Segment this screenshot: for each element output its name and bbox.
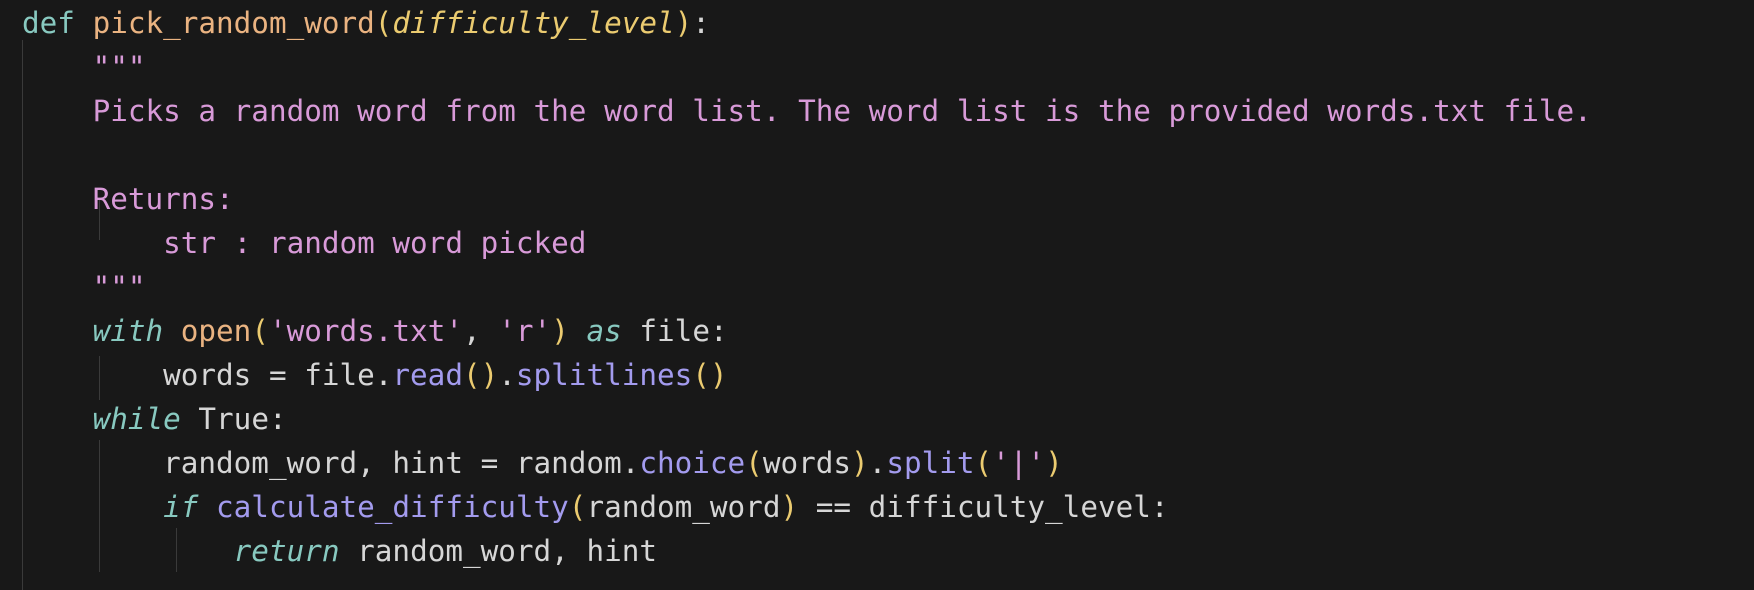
code-token: splitlines bbox=[515, 358, 693, 392]
code-token: ( bbox=[374, 6, 393, 40]
code-token: as bbox=[586, 314, 622, 348]
code-token: () bbox=[692, 358, 728, 392]
code-line[interactable]: Returns: bbox=[22, 177, 234, 221]
code-token: return bbox=[233, 534, 340, 568]
code-token: . bbox=[498, 358, 516, 392]
code-token: '|' bbox=[992, 446, 1046, 480]
code-token: ( bbox=[568, 490, 587, 524]
code-token: random_word, hint bbox=[339, 534, 658, 568]
code-token: Picks a random word from the word list. … bbox=[92, 94, 1592, 128]
code-line[interactable]: words = file.read().splitlines() bbox=[22, 353, 728, 397]
code-token: read bbox=[392, 358, 463, 392]
code-token: choice bbox=[639, 446, 746, 480]
code-token: == difficulty_level: bbox=[798, 490, 1169, 524]
code-token: ( bbox=[251, 314, 269, 348]
code-token: file: bbox=[621, 314, 728, 348]
code-token: () bbox=[462, 358, 499, 392]
code-token: def bbox=[22, 6, 75, 40]
code-token: split bbox=[886, 446, 975, 480]
code-line[interactable]: """ bbox=[22, 265, 146, 309]
code-token: if bbox=[163, 490, 199, 524]
code-token: ) bbox=[780, 490, 799, 524]
code-token: ) bbox=[551, 314, 569, 348]
code-token: while bbox=[92, 402, 181, 436]
code-line[interactable]: with open('words.txt', 'r') as file: bbox=[22, 309, 728, 353]
code-token: 'words.txt' bbox=[268, 314, 463, 348]
code-line[interactable]: str : random word picked bbox=[22, 221, 586, 265]
code-token: ( bbox=[974, 446, 993, 480]
code-token: 'r' bbox=[498, 314, 552, 348]
code-token: True: bbox=[180, 402, 287, 436]
code-token: words = file. bbox=[163, 358, 393, 392]
code-token: """ bbox=[92, 50, 146, 84]
code-token: open bbox=[180, 314, 252, 348]
code-token: str : random word picked bbox=[163, 226, 587, 260]
code-token: calculate_difficulty bbox=[216, 490, 569, 524]
code-token: , bbox=[463, 314, 499, 348]
code-token: with bbox=[92, 314, 164, 348]
code-line[interactable]: return random_word, hint bbox=[22, 529, 657, 573]
code-token: pick_random_word bbox=[92, 6, 375, 40]
code-line[interactable]: def pick_random_word(difficulty_level): bbox=[22, 1, 710, 45]
code-line[interactable]: random_word, hint = random.choice(words)… bbox=[22, 441, 1063, 485]
code-token: ( bbox=[745, 446, 763, 480]
code-line[interactable]: while True: bbox=[22, 397, 287, 441]
code-line[interactable]: if calculate_difficulty(random_word) == … bbox=[22, 485, 1169, 529]
code-editor[interactable]: def pick_random_word(difficulty_level): … bbox=[0, 0, 1754, 590]
code-token: difficulty_level bbox=[392, 6, 675, 40]
code-token: random_word bbox=[586, 490, 781, 524]
code-token: ) bbox=[1045, 446, 1063, 480]
code-token: random_word, hint = random. bbox=[163, 446, 640, 480]
code-token: ) bbox=[851, 446, 869, 480]
code-token: """ bbox=[92, 270, 146, 304]
code-token: ) bbox=[674, 6, 693, 40]
code-token: : bbox=[692, 6, 710, 40]
code-line[interactable]: Picks a random word from the word list. … bbox=[22, 89, 1592, 133]
code-line[interactable]: """ bbox=[22, 45, 146, 89]
code-token: words bbox=[762, 446, 852, 480]
code-token: . bbox=[868, 446, 887, 480]
code-token: Returns: bbox=[92, 182, 234, 216]
